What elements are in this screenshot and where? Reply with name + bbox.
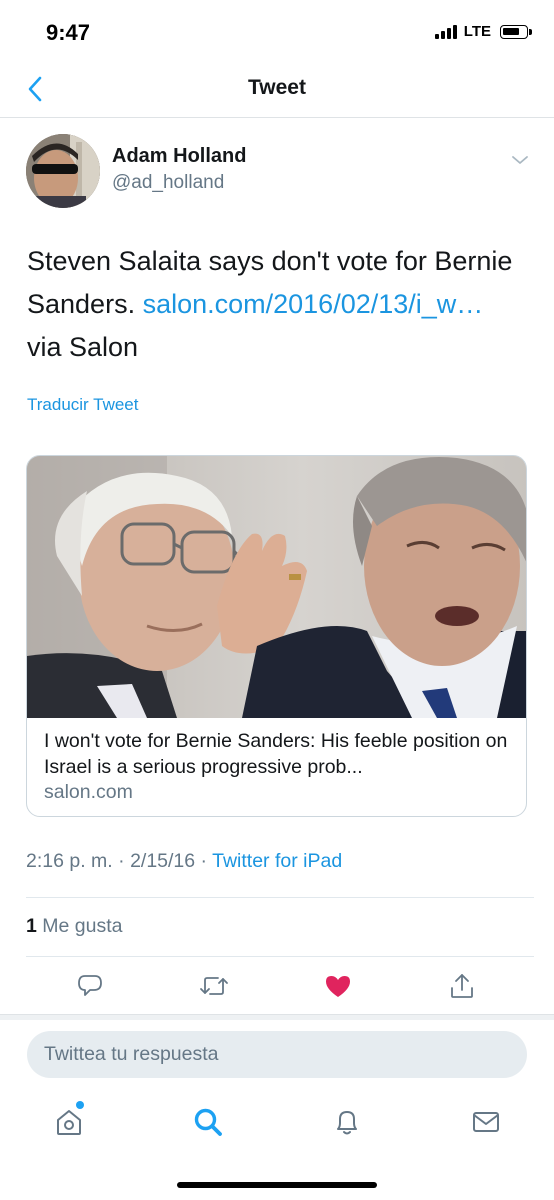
card-image <box>27 456 526 718</box>
like-button[interactable] <box>322 970 354 1002</box>
author-name[interactable]: Adam Holland <box>112 145 246 168</box>
home-icon <box>57 1110 81 1135</box>
tweet-link[interactable]: salon.com/2016/02/13/i_w… <box>143 289 484 319</box>
share-icon <box>451 974 473 998</box>
reply-placeholder: Twittea tu respuesta <box>44 1043 219 1065</box>
tab-search[interactable] <box>188 1102 228 1142</box>
nav-bar: Tweet <box>0 62 554 118</box>
divider <box>26 897 534 898</box>
tweet-meta: 2:16 p. m. · 2/15/16 · Twitter for iPad <box>26 850 342 873</box>
status-bar: 9:47 LTE <box>0 0 554 62</box>
reply-icon <box>78 975 102 996</box>
home-indicator <box>177 1182 377 1188</box>
search-icon <box>194 1108 222 1136</box>
tab-home[interactable] <box>49 1102 89 1142</box>
tab-bar <box>0 1090 554 1200</box>
page-title: Tweet <box>248 76 306 99</box>
reply-button[interactable] <box>74 970 106 1002</box>
link-card[interactable]: I won't vote for Bernie Sanders: His fee… <box>26 455 527 817</box>
reply-input[interactable]: Twittea tu respuesta <box>27 1031 527 1078</box>
tab-notifications[interactable] <box>327 1102 367 1142</box>
chevron-down-icon <box>512 156 528 164</box>
meta-separator: · <box>118 850 125 872</box>
likes-label: Me gusta <box>42 915 123 937</box>
notification-dot <box>76 1101 84 1109</box>
translate-tweet-link[interactable]: Traducir Tweet <box>27 395 139 415</box>
mail-icon <box>473 1112 499 1132</box>
retweet-icon <box>200 977 228 995</box>
tweet-date: 2/15/16 <box>130 850 196 872</box>
tweet-actions <box>0 962 554 1010</box>
author-handle[interactable]: @ad_holland <box>112 172 224 194</box>
avatar-image <box>26 134 100 208</box>
card-domain: salon.com <box>44 781 133 803</box>
bell-icon <box>337 1111 357 1135</box>
heart-icon <box>326 976 350 997</box>
tweet-text-suffix: via Salon <box>27 332 139 362</box>
card-title: I won't vote for Bernie Sanders: His fee… <box>44 730 508 778</box>
status-time: 9:47 <box>46 20 91 45</box>
tweet-text: Steven Salaita says don't vote for Berni… <box>27 240 532 369</box>
signal-icon <box>434 24 457 39</box>
status-indicators: LTE <box>434 23 532 40</box>
tab-messages[interactable] <box>466 1102 506 1142</box>
tweet-source-link[interactable]: Twitter for iPad <box>212 850 342 872</box>
meta-separator-2: · <box>200 850 208 872</box>
divider <box>26 956 534 957</box>
retweet-button[interactable] <box>198 970 230 1002</box>
avatar[interactable] <box>26 134 100 208</box>
battery-icon <box>500 24 532 39</box>
likes-count-link[interactable]: 1 Me gusta <box>26 915 123 938</box>
share-button[interactable] <box>446 970 478 1002</box>
network-label: LTE <box>463 23 491 40</box>
tweet-options-button[interactable] <box>508 148 532 172</box>
likes-count: 1 <box>26 915 37 937</box>
tweet-time: 2:16 p. m. <box>26 850 113 872</box>
section-separator <box>0 1014 554 1020</box>
